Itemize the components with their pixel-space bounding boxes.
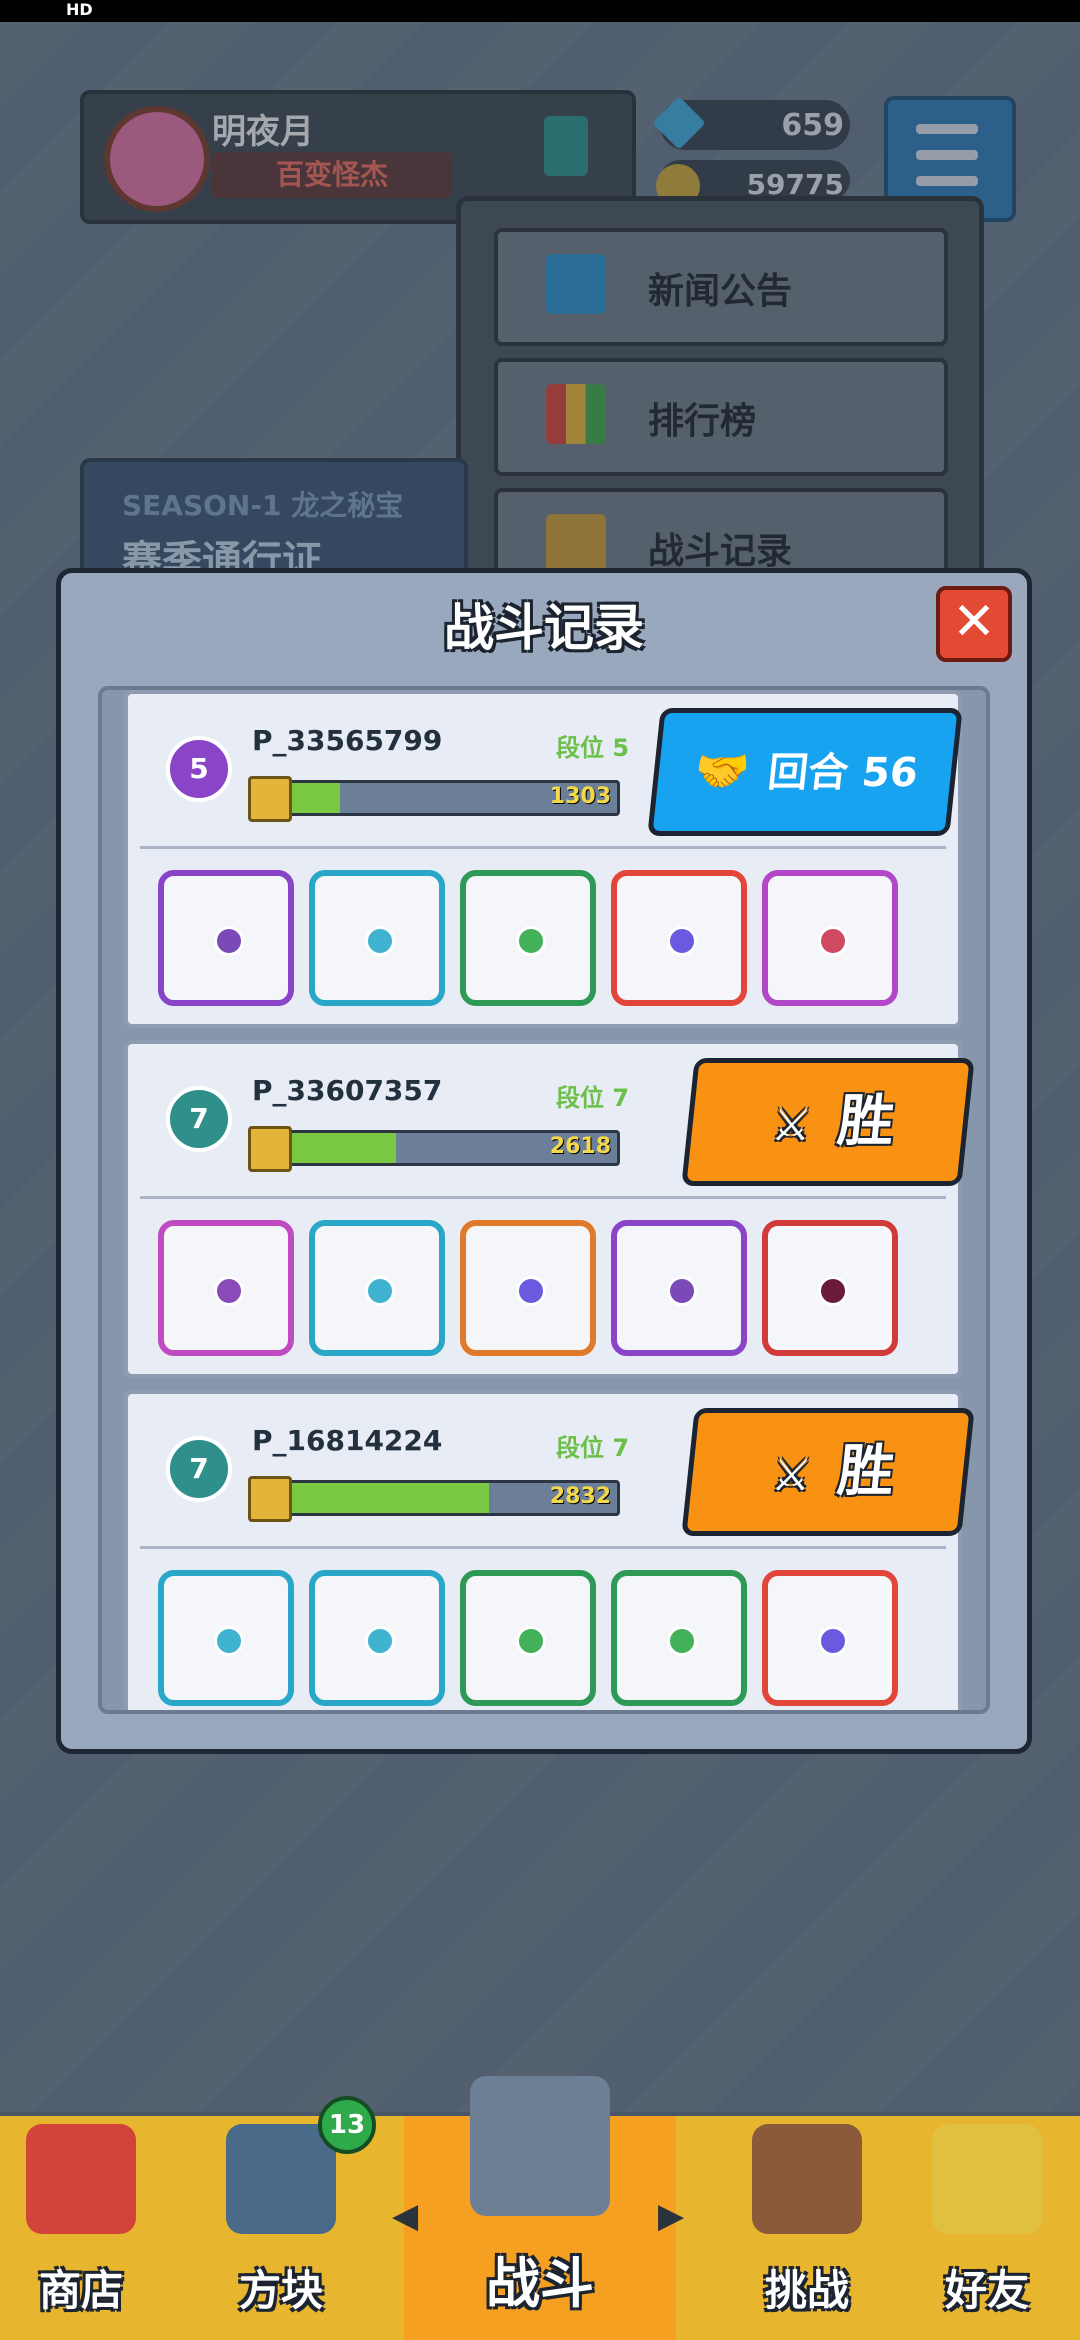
result-win: ⚔ 胜: [681, 1408, 975, 1536]
dice-pip: [214, 1276, 244, 1306]
status-bar: HD: [0, 0, 1080, 22]
dice-green-dragon[interactable]: [460, 870, 596, 1006]
challenge-icon: [752, 2124, 862, 2234]
dice-cyan-swirl[interactable]: [158, 1570, 294, 1706]
tab-label: 商店: [38, 2266, 123, 2315]
hd-indicator: HD: [66, 0, 93, 19]
tab-shop[interactable]: 商店: [0, 2116, 162, 2340]
tab-friends[interactable]: 好友: [906, 2116, 1068, 2340]
opponent-name: P_33607357: [252, 1074, 443, 1107]
dice-pip: [365, 1276, 395, 1306]
notification-badge: 13: [318, 2096, 376, 2154]
rank-badge-icon: 5: [166, 736, 232, 802]
handshake-icon: 🤝: [692, 746, 753, 797]
dice-rainbow-infinity[interactable]: [460, 1220, 596, 1356]
trophy-icon: [248, 776, 292, 822]
tab-label: 战斗: [486, 2252, 594, 2315]
trophy-progress-bar: 2832: [268, 1480, 620, 1516]
dice-cyan-swirl[interactable]: [309, 1220, 445, 1356]
dice-green-star[interactable]: [611, 1570, 747, 1706]
dice-pip: [516, 1276, 546, 1306]
result-round: 🤝 回合 56: [647, 708, 963, 836]
progress-fill: [271, 1483, 489, 1513]
trophy-value: 2832: [549, 1484, 611, 1509]
tab-label: 方块: [238, 2266, 323, 2315]
rank-badge-icon: 7: [166, 1086, 232, 1152]
dice-purple-arrow[interactable]: [611, 1220, 747, 1356]
dice-pip: [516, 1626, 546, 1656]
dice-pip: [365, 926, 395, 956]
dice-red-blackhole[interactable]: [762, 1220, 898, 1356]
record-list[interactable]: 5 P_33565799 段位 5 1303 🤝 回合 56 7 P_336073…: [98, 686, 990, 1714]
bottom-nav: 商店 方块 战斗 ◀ ▶ 挑战 好友: [0, 2076, 1080, 2340]
crossed-swords-icon: ⚔: [769, 1100, 815, 1151]
dice-pip: [818, 1276, 848, 1306]
divider: [140, 1546, 946, 1549]
prev-arrow-icon[interactable]: ◀: [392, 2196, 418, 2236]
crossed-swords-icon: ⚔: [769, 1450, 815, 1501]
dice-rainbow[interactable]: [611, 870, 747, 1006]
trophy-value: 2618: [549, 1134, 611, 1159]
opponent-name: P_16814224: [252, 1424, 443, 1457]
dice-rainbow[interactable]: [762, 1570, 898, 1706]
dice-pip: [818, 1626, 848, 1656]
tab-label: 好友: [944, 2266, 1029, 2315]
close-button[interactable]: ✕: [936, 586, 1012, 662]
trophy-progress-bar: 1303: [268, 780, 620, 816]
dice-pink-arrow[interactable]: [158, 1220, 294, 1356]
opponent-rank: 段位 7: [556, 1084, 630, 1112]
trophy-value: 1303: [549, 784, 611, 809]
trophy-icon: [248, 1126, 292, 1172]
close-icon: ✕: [952, 592, 996, 652]
dice-pip: [667, 1626, 697, 1656]
friends-icon: [932, 2124, 1042, 2234]
block-icon: [226, 2124, 336, 2234]
result-label: 胜: [834, 1439, 898, 1504]
dice-pip: [214, 926, 244, 956]
tab-label: 挑战: [764, 2266, 849, 2315]
rank-badge-icon: 7: [166, 1436, 232, 1502]
trophy-progress-bar: 2618: [268, 1130, 620, 1166]
divider: [140, 1196, 946, 1199]
result-win: ⚔ 胜: [681, 1058, 975, 1186]
dice-pip: [667, 926, 697, 956]
dice-pip: [365, 1626, 395, 1656]
dice-pip: [667, 1276, 697, 1306]
dice-cyan-dragon[interactable]: [309, 870, 445, 1006]
dice-purple-dragon[interactable]: [158, 870, 294, 1006]
result-label: 胜: [834, 1089, 898, 1154]
record-card[interactable]: 7 P_33607357 段位 7 2618 ⚔ 胜: [124, 1040, 975, 1378]
shop-icon: [26, 2124, 136, 2234]
opponent-name: P_33565799: [252, 724, 443, 757]
dice-green-flame[interactable]: [460, 1570, 596, 1706]
record-card[interactable]: 7 P_16814224 段位 7 2832 ⚔ 胜: [124, 1390, 975, 1710]
dice-cyan-dragon[interactable]: [309, 1570, 445, 1706]
dice-combo[interactable]: [762, 870, 898, 1006]
result-label: 回合 56: [765, 750, 921, 796]
dialog-title: 战斗记录: [444, 599, 644, 657]
divider: [140, 846, 946, 849]
dice-pip: [516, 926, 546, 956]
battle-icon: [470, 2076, 610, 2216]
tab-battle[interactable]: 战斗: [404, 2076, 676, 2340]
opponent-rank: 段位 7: [556, 1434, 630, 1462]
next-arrow-icon[interactable]: ▶: [658, 2196, 684, 2236]
opponent-rank: 段位 5: [556, 734, 630, 762]
record-card[interactable]: 5 P_33565799 段位 5 1303 🤝 回合 56: [124, 690, 963, 1028]
dice-pip: [214, 1626, 244, 1656]
dice-pip: [818, 926, 848, 956]
tab-challenge[interactable]: 挑战: [726, 2116, 888, 2340]
trophy-icon: [248, 1476, 292, 1522]
